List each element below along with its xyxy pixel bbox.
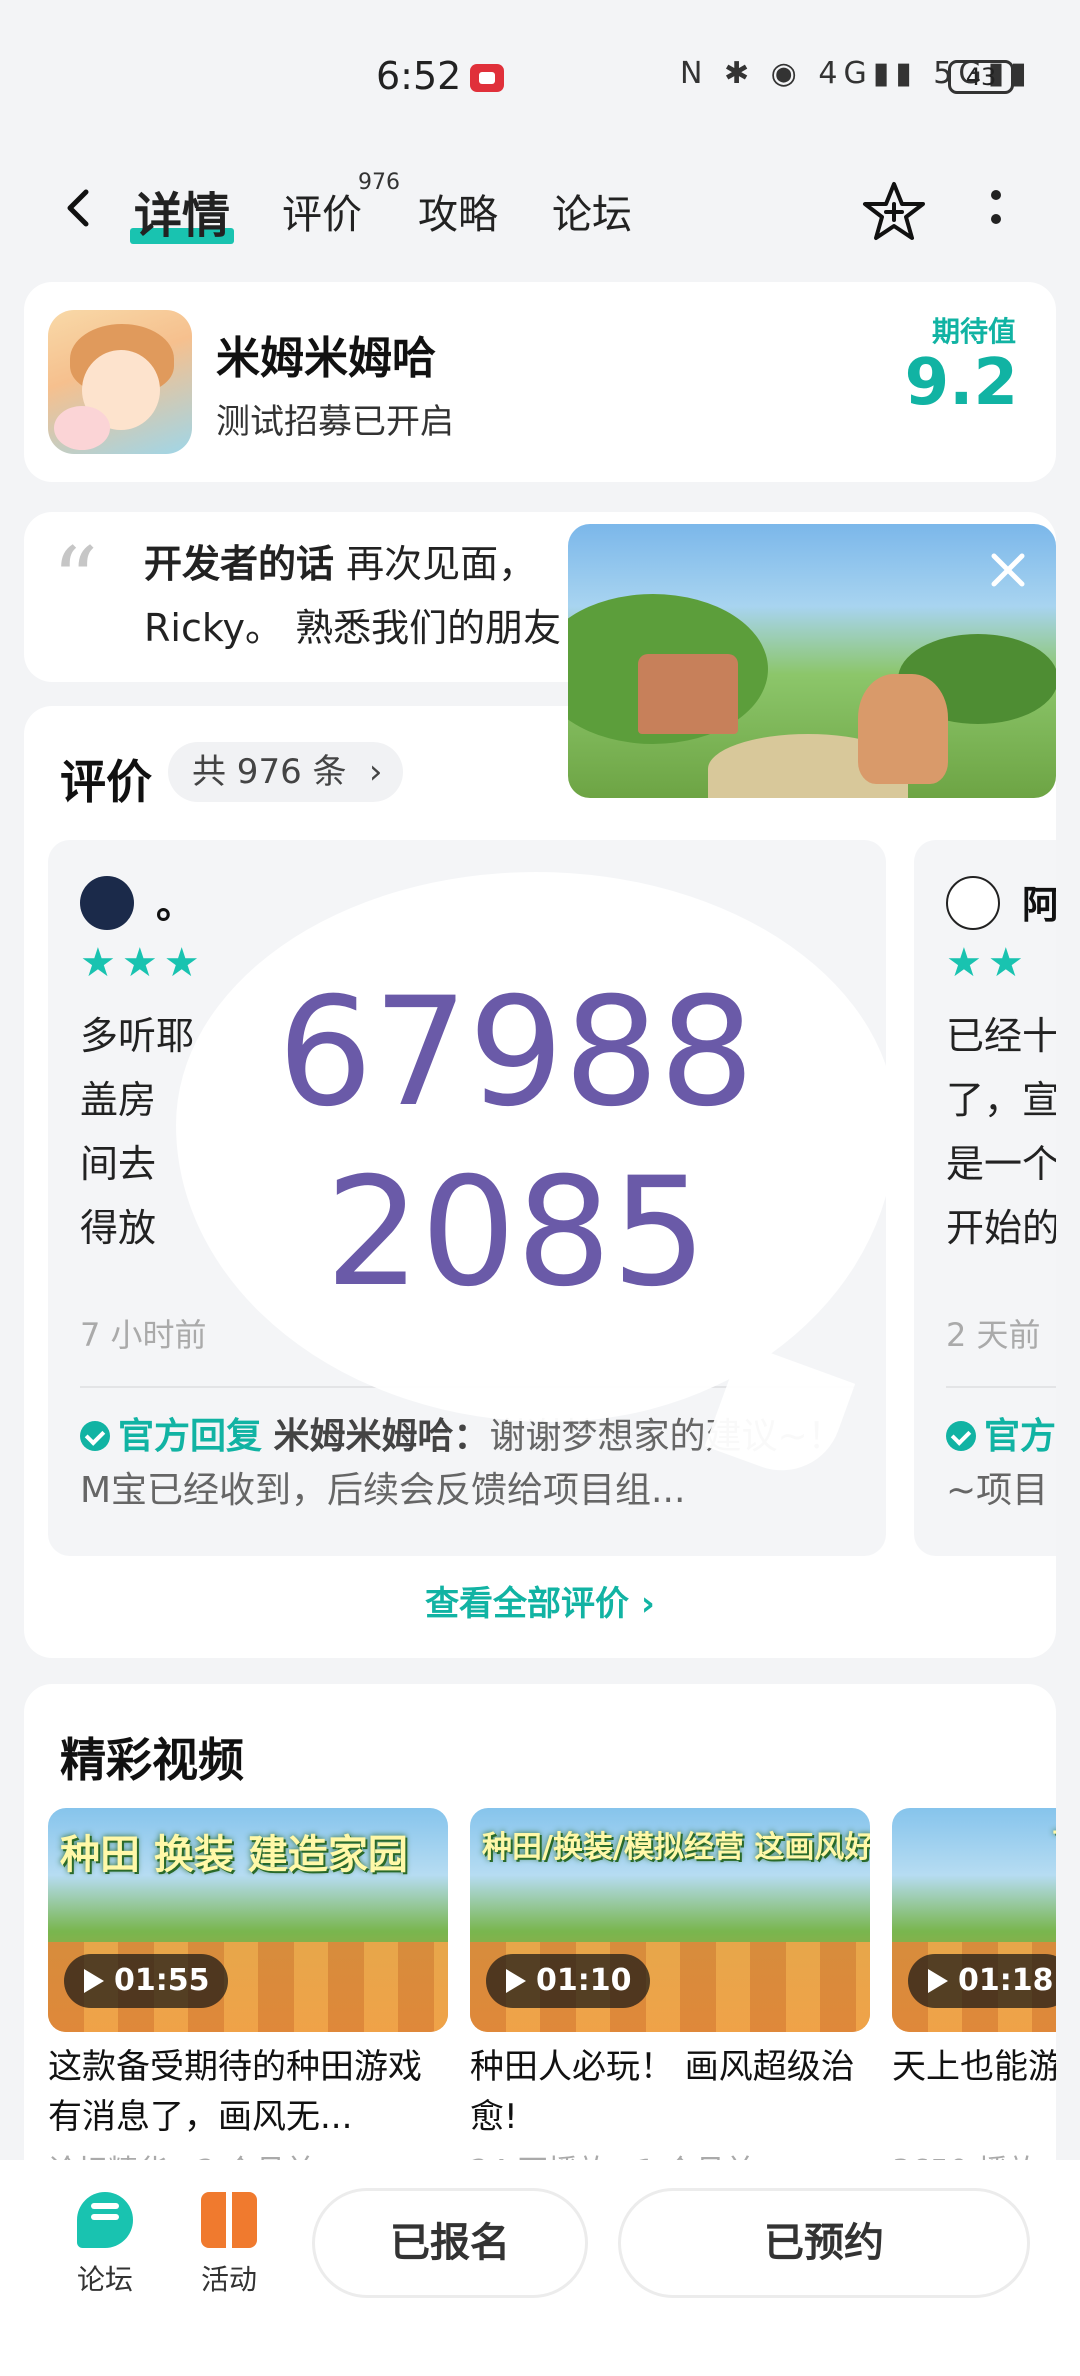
official-reply: 官方 ~项目 xyxy=(946,1410,1056,1518)
status-bar: 6:52 N ✱ ◉ 4G▮▮ 5G▮▮ 43 xyxy=(0,0,1080,150)
app-name: 米姆米姆哈 xyxy=(216,333,436,384)
tab-forum[interactable]: 论坛 xyxy=(552,182,632,240)
video-caption: 飞屋 xyxy=(1052,1822,1056,1862)
divider xyxy=(946,1386,1056,1388)
forum-icon xyxy=(77,2192,133,2248)
developer-note-label: 开发者的话 xyxy=(144,542,335,586)
tab-reviews[interactable]: 评价 xyxy=(282,182,362,240)
reviewer-name: 阿 xyxy=(1022,883,1056,927)
review-text: 已经十 了，宣 是一个 开始的 xyxy=(946,1014,1056,1250)
activity-button[interactable]: 活动 xyxy=(174,2192,284,2298)
reviews-count-button[interactable]: 共 976 条 › xyxy=(168,742,403,802)
floating-video-player[interactable] xyxy=(568,524,1056,798)
activity-label: 活动 xyxy=(200,2263,257,2296)
close-icon[interactable] xyxy=(988,550,1028,590)
chevron-right-icon: › xyxy=(368,752,383,792)
video-duration: 01:55 xyxy=(64,1954,228,2008)
play-icon xyxy=(506,1969,526,1993)
video-caption: 种田 换装 建造家园 xyxy=(60,1832,408,1878)
expectation-value: 9.2 xyxy=(904,346,1018,420)
notification-icon xyxy=(470,64,504,92)
video-duration: 01:10 xyxy=(486,1954,650,2008)
video-duration: 01:18 xyxy=(908,1954,1056,2008)
videos-title: 精彩视频 xyxy=(60,1733,244,1787)
star-rating: ★★ xyxy=(946,940,1030,986)
official-reply-text: ~项目 xyxy=(946,1470,1049,1511)
favorite-star-icon[interactable] xyxy=(862,180,926,244)
gift-icon xyxy=(201,2192,257,2248)
video-thumbnail[interactable]: 种田/换装/模拟经营 这画风好心动 01:10 xyxy=(470,1808,870,2032)
app-status: 测试招募已开启 xyxy=(216,402,454,442)
developer-note-text: 再次见面， xyxy=(346,542,537,586)
quote-icon: “ xyxy=(52,528,99,633)
verified-icon xyxy=(946,1421,976,1451)
more-options-icon[interactable] xyxy=(990,190,1002,234)
reserved-button[interactable]: 已预约 xyxy=(618,2188,1030,2298)
avatar xyxy=(80,876,134,930)
video-title[interactable]: 种田人必玩！ 画风超级治愈! xyxy=(470,2042,870,2142)
video-title[interactable]: 天上也能游记走进 xyxy=(892,2042,1056,2092)
reviewer-name: 。 xyxy=(156,883,195,927)
avatar xyxy=(946,876,1000,930)
overlay-number-1: 67988 xyxy=(277,966,755,1140)
verified-icon xyxy=(80,1421,110,1451)
app-icon xyxy=(48,310,192,454)
overlay-number-2: 2085 xyxy=(325,1146,707,1320)
play-icon xyxy=(928,1969,948,1993)
developer-note-line2: Ricky。 熟悉我们的朋友 xyxy=(144,606,562,650)
video-title[interactable]: 这款备受期待的种田游戏有消息了，画风无... xyxy=(48,2042,448,2142)
battery-icon: 43 xyxy=(948,60,1020,94)
tab-guides[interactable]: 攻略 xyxy=(418,182,498,240)
official-reply-tag: 官方 xyxy=(984,1416,1056,1457)
expectation-label: 期待值 xyxy=(931,315,1016,348)
back-arrow-icon[interactable] xyxy=(60,188,100,228)
forum-button[interactable]: 论坛 xyxy=(50,2192,160,2298)
review-time: 2 天前 xyxy=(946,1316,1041,1354)
reviews-title: 评价 xyxy=(60,755,152,809)
reviews-count: 共 976 条 xyxy=(192,752,347,792)
see-all-reviews-link[interactable]: 查看全部评价 › xyxy=(24,1576,1056,1625)
top-nav: 详情 评价 976 攻略 论坛 xyxy=(0,150,1080,270)
bottom-action-bar: 论坛 活动 已报名 已预约 xyxy=(0,2160,1080,2376)
official-reply-author: 米姆米姆哈： xyxy=(273,1416,490,1457)
play-icon xyxy=(84,1969,104,1993)
official-reply-tag: 官方回复 xyxy=(118,1416,263,1457)
tab-reviews-count: 976 xyxy=(358,170,400,195)
forum-label: 论坛 xyxy=(76,2263,133,2296)
video-caption: 种田/换装/模拟经营 这画风好心动 xyxy=(482,1830,870,1865)
review-card[interactable]: 阿 ★★ 已经十 了，宣 是一个 开始的 2 天前 官方 ~项目 xyxy=(914,840,1056,1556)
signed-up-button[interactable]: 已报名 xyxy=(312,2188,588,2298)
app-info-card[interactable]: 米姆米姆哈 测试招募已开启 期待值 9.2 xyxy=(24,282,1056,482)
video-thumbnail[interactable]: 飞屋 01:18 xyxy=(892,1808,1056,2032)
video-thumbnail[interactable]: 种田 换装 建造家园 01:55 xyxy=(48,1808,448,2032)
status-time: 6:52 xyxy=(376,54,462,98)
tab-details[interactable]: 详情 xyxy=(129,176,235,246)
